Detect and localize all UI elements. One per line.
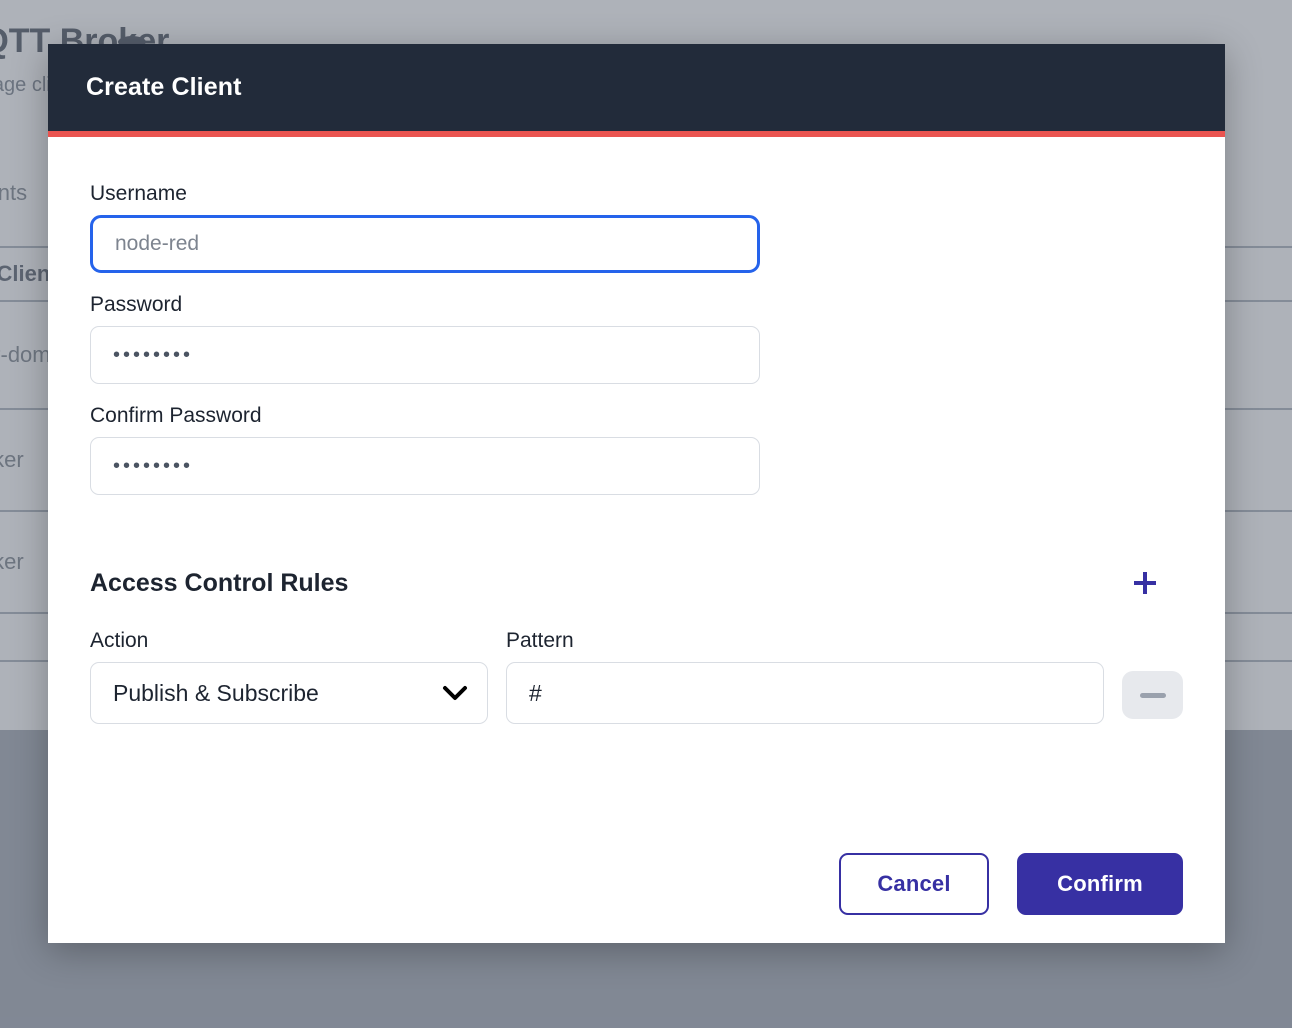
username-field-group: Username [90,182,1183,273]
pattern-input[interactable] [506,662,1104,724]
pattern-column-label: Pattern [506,629,1104,653]
password-field-group: Password [90,293,1183,384]
dialog-body: Username Password Confirm Password Acces… [48,137,1225,943]
password-input[interactable] [90,326,760,384]
dialog-footer: Cancel Confirm [839,853,1183,915]
confirm-password-label: Confirm Password [90,404,1183,428]
add-rule-button[interactable] [1125,563,1165,603]
confirm-button[interactable]: Confirm [1017,853,1183,915]
action-select-wrapper: Publish & Subscribe [90,662,488,724]
confirm-password-input[interactable] [90,437,760,495]
create-client-dialog: Create Client Username Password Confirm … [48,44,1225,943]
access-control-title: Access Control Rules [90,569,348,598]
minus-icon [1140,693,1166,698]
password-label: Password [90,293,1183,317]
username-input[interactable] [90,215,760,273]
access-control-rules-list: Action Publish & Subscribe Pattern [90,629,1183,724]
dialog-title: Create Client [86,73,242,102]
plus-icon [1129,567,1161,599]
action-select[interactable]: Publish & Subscribe [90,662,488,724]
confirm-password-field-group: Confirm Password [90,404,1183,495]
access-control-header: Access Control Rules [90,563,1183,603]
action-column-label: Action [90,629,488,653]
cancel-button[interactable]: Cancel [839,853,989,915]
rule-pattern-column: Pattern [506,629,1104,724]
action-select-value: Publish & Subscribe [113,680,319,707]
remove-rule-button[interactable] [1122,671,1183,719]
rule-action-column: Action Publish & Subscribe [90,629,488,724]
dialog-header: Create Client [48,44,1225,131]
username-label: Username [90,182,1183,206]
